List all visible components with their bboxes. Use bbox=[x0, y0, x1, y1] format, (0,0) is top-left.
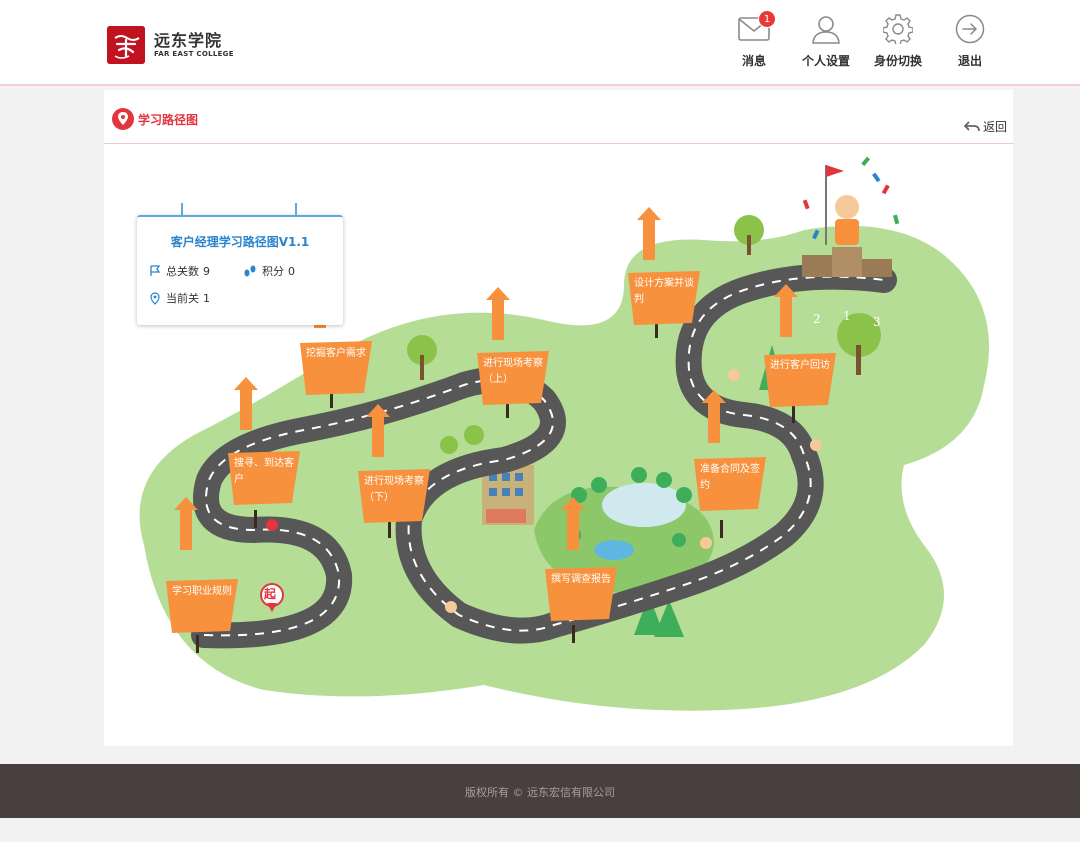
undo-arrow-icon bbox=[963, 120, 980, 131]
location-icon bbox=[150, 291, 160, 305]
milestone-sign-7[interactable]: 设计方案并谈判 bbox=[628, 271, 700, 325]
milestone-sign-5[interactable]: 进行现场考察（上） bbox=[477, 351, 549, 405]
total-stages-label: 总关数 bbox=[166, 265, 199, 278]
total-stages-value: 9 bbox=[203, 264, 210, 278]
top-nav: 1 消息 个人设置 身份切换 退出 bbox=[718, 10, 1006, 69]
nav-personal-settings-label: 个人设置 bbox=[801, 54, 850, 68]
milestone-sign-4[interactable]: 进行现场考察（下） bbox=[358, 469, 430, 523]
page-footer: 版权所有 © 远东宏信有限公司 bbox=[0, 764, 1080, 818]
message-count-badge: 1 bbox=[758, 10, 776, 28]
nav-personal-settings[interactable]: 个人设置 bbox=[790, 12, 862, 69]
logo-name-en: FAR EAST COLLEGE bbox=[154, 49, 234, 58]
logo-name-cn: 远东学院 bbox=[154, 30, 223, 50]
milestone-sign-8[interactable]: 准备合同及签约 bbox=[694, 457, 766, 511]
logout-icon bbox=[953, 12, 987, 46]
milestone-sign-9[interactable]: 进行客户回访 bbox=[764, 353, 836, 407]
flag-icon bbox=[150, 265, 161, 276]
milestone-label: 进行现场考察（上） bbox=[483, 358, 543, 385]
milestone-label: 挖掘客户需求 bbox=[306, 348, 366, 359]
milestone-label: 搜寻、到达客户 bbox=[234, 458, 294, 485]
milestone-sign-3[interactable]: 挖掘客户需求 bbox=[300, 341, 372, 395]
title-bar: 学习路径图 返回 bbox=[104, 90, 1013, 144]
podium-third: 3 bbox=[873, 315, 881, 329]
main-panel: 学习路径图 返回 客户经理学习路径图V1.1 总关数 9 积分 0 当前关 1 … bbox=[104, 90, 1013, 746]
back-label: 返回 bbox=[982, 120, 1007, 134]
nav-messages-label: 消息 bbox=[741, 54, 766, 68]
copyright-text: 版权所有 © 远东宏信有限公司 bbox=[465, 786, 615, 799]
score-value: 0 bbox=[288, 264, 295, 278]
score-row: 积分 0 bbox=[243, 263, 295, 279]
milestone-label: 设计方案并谈判 bbox=[634, 278, 694, 305]
college-logo[interactable]: 远东学院 FAR EAST COLLEGE bbox=[107, 26, 234, 64]
total-stages-row: 总关数 9 bbox=[149, 263, 210, 279]
milestone-sign-6[interactable]: 撰写调查报告 bbox=[545, 567, 617, 621]
podium-second: 2 bbox=[813, 312, 821, 326]
milestone-sign-1[interactable]: 学习职业规则 bbox=[166, 579, 238, 633]
milestone-label: 进行客户回访 bbox=[770, 360, 830, 371]
card-hanger bbox=[181, 203, 183, 217]
card-hanger bbox=[295, 203, 297, 217]
user-icon bbox=[809, 12, 843, 46]
footsteps-icon bbox=[244, 265, 256, 277]
current-stage-label: 当前关 bbox=[166, 292, 199, 305]
location-pin-icon bbox=[112, 108, 134, 130]
nav-switch-role[interactable]: 身份切换 bbox=[862, 12, 934, 69]
podium-first: 1 bbox=[843, 309, 851, 323]
nav-messages[interactable]: 1 消息 bbox=[718, 10, 790, 69]
app-header: 远东学院 FAR EAST COLLEGE 1 消息 个人设置 身份切换 退出 bbox=[0, 0, 1080, 86]
path-summary-card: 客户经理学习路径图V1.1 总关数 9 积分 0 当前关 1 bbox=[137, 203, 343, 325]
nav-switch-role-label: 身份切换 bbox=[873, 54, 922, 68]
nav-logout-label: 退出 bbox=[957, 54, 982, 68]
path-title: 客户经理学习路径图V1.1 bbox=[170, 235, 310, 249]
gear-icon bbox=[881, 12, 915, 46]
milestone-label: 进行现场考察（下） bbox=[364, 476, 424, 503]
milestone-label: 撰写调查报告 bbox=[551, 574, 611, 585]
score-label: 积分 bbox=[262, 265, 284, 278]
back-button[interactable]: 返回 bbox=[963, 118, 1007, 135]
college-seal-icon bbox=[107, 26, 145, 64]
current-stage-row: 当前关 1 bbox=[149, 290, 210, 306]
milestone-label: 准备合同及签约 bbox=[700, 464, 760, 491]
milestone-label: 学习职业规则 bbox=[172, 586, 232, 597]
milestone-sign-2[interactable]: 搜寻、到达客户 bbox=[228, 451, 300, 505]
current-stage-value: 1 bbox=[203, 291, 210, 305]
page-title: 学习路径图 bbox=[138, 113, 199, 127]
learning-path-map: 客户经理学习路径图V1.1 总关数 9 积分 0 当前关 1 学习职业规则 搜寻… bbox=[104, 145, 1013, 746]
nav-logout[interactable]: 退出 bbox=[934, 12, 1006, 69]
start-label: 起 bbox=[264, 587, 277, 601]
